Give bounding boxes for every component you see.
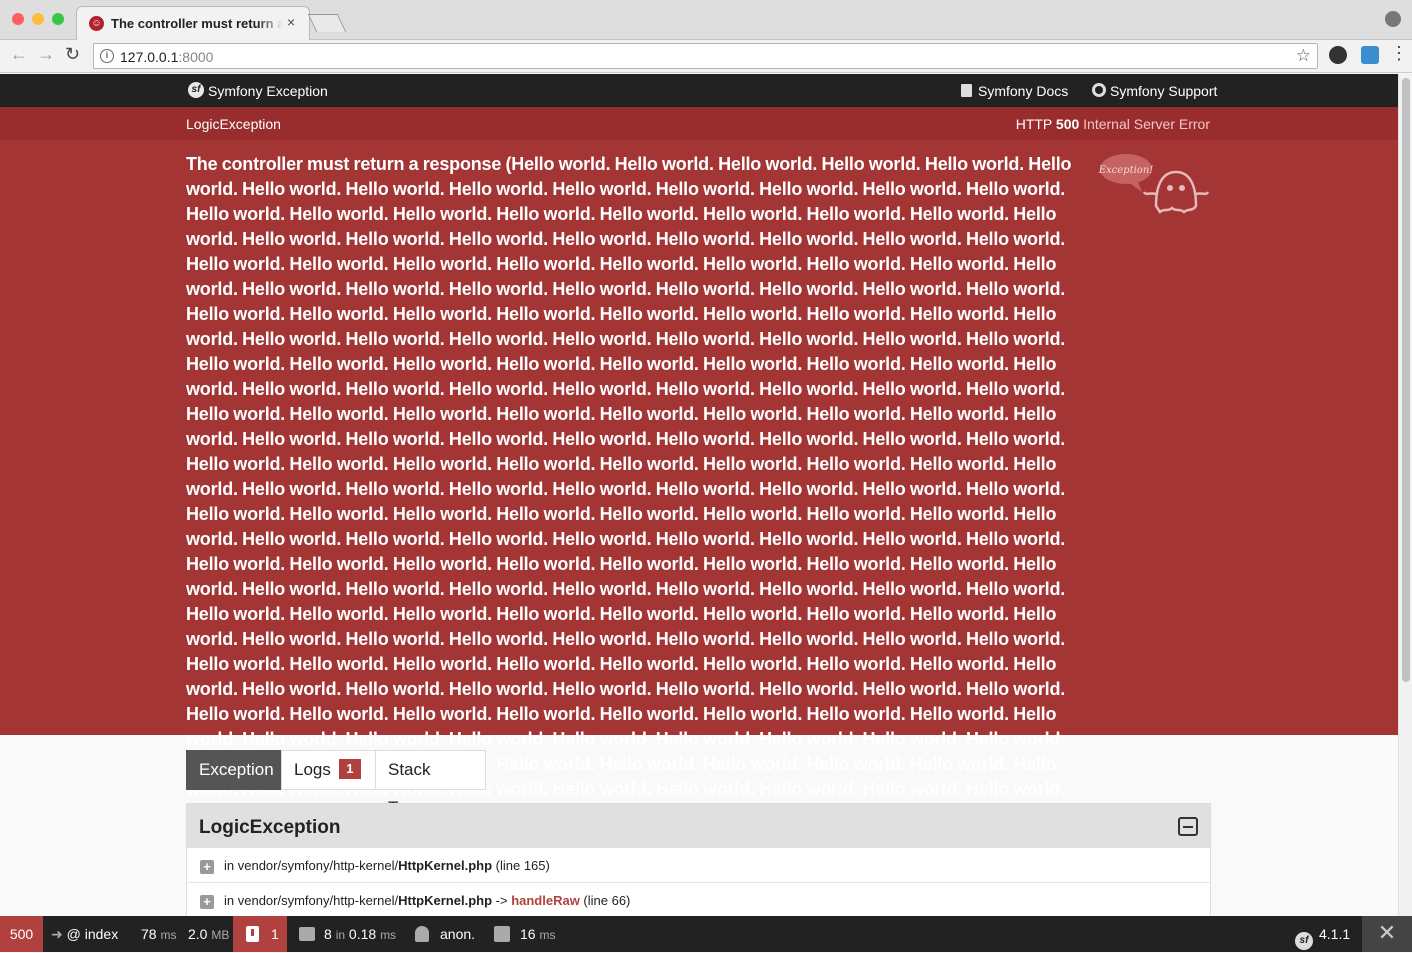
symfony-version-panel[interactable]: sf 4.1.1 [1295, 916, 1350, 952]
memory-panel[interactable]: 2.0 MB [188, 916, 229, 952]
page-scrollbar[interactable] [1398, 74, 1412, 916]
exception-message: The controller must return a response (H… [186, 154, 1072, 824]
trace-header[interactable]: LogicException [187, 804, 1210, 848]
zoom-window-button[interactable] [52, 13, 64, 25]
extension-icon[interactable] [1329, 46, 1347, 64]
exception-icon [246, 926, 259, 942]
tab-stack-trace[interactable]: Stack Trace [375, 750, 486, 817]
tab-logs[interactable]: Logs 1 [281, 750, 376, 790]
book-icon [961, 84, 972, 97]
twig-panel[interactable]: 8 in 0.18 ms [324, 916, 396, 952]
reload-icon[interactable]: ↻ [65, 44, 80, 65]
time-panel[interactable]: 78 ms [141, 916, 176, 952]
close-toolbar-button[interactable]: ✕ [1362, 916, 1412, 952]
expand-icon[interactable]: + [200, 860, 214, 874]
symfony-header: sf Symfony Exception Symfony Docs Symfon… [0, 74, 1398, 107]
info-icon[interactable]: i [100, 49, 114, 63]
minimize-window-button[interactable] [32, 13, 44, 25]
exception-class: LogicException [186, 116, 281, 132]
browser-tab-strip: ☺ The controller must return a × [0, 0, 1412, 41]
browser-tab[interactable]: ☺ The controller must return a × [76, 6, 310, 41]
layers-icon [299, 927, 315, 941]
exception-ghost-icon: Exception! [1098, 154, 1210, 214]
exception-panel[interactable]: 1 [233, 916, 287, 952]
exception-message-area: The controller must return a response (H… [0, 140, 1398, 824]
new-tab-button[interactable] [307, 14, 347, 32]
forward-arrow-icon[interactable]: → [37, 44, 55, 65]
address-bar[interactable]: i 127.0.0.1:8000 ☆ [93, 43, 1318, 69]
bookmark-star-icon[interactable]: ☆ [1296, 46, 1311, 66]
trace-title: LogicException [199, 817, 341, 838]
tab-exception[interactable]: Exception [186, 750, 281, 790]
logs-count-badge: 1 [338, 759, 361, 779]
trace-line[interactable]: + in vendor/symfony/http-kernel/HttpKern… [187, 848, 1210, 883]
ghost-favicon-icon: ☺ [89, 16, 104, 31]
brand-title: Symfony Exception [208, 83, 328, 99]
tab-close-icon[interactable]: × [287, 14, 295, 30]
close-window-button[interactable] [12, 13, 24, 25]
expand-icon[interactable]: + [200, 895, 214, 909]
database-icon [494, 926, 510, 942]
svg-text:Exception!: Exception! [1098, 165, 1153, 176]
collapse-icon[interactable] [1178, 817, 1198, 836]
back-arrow-icon[interactable]: ← [10, 44, 28, 65]
db-panel[interactable]: 16 ms [520, 916, 555, 952]
profile-icon[interactable] [1385, 11, 1401, 27]
lifebuoy-icon [1092, 83, 1106, 97]
security-panel[interactable]: anon. [440, 916, 475, 952]
browser-toolbar: ← → ↻ i 127.0.0.1:8000 ☆ ⋮ [0, 40, 1412, 73]
web-debug-toolbar: 500 ➜ @ index 78 ms 2.0 MB 1 8 in 0.18 m… [0, 916, 1412, 952]
support-link[interactable]: Symfony Support [1110, 83, 1217, 99]
http-status: HTTP 500 Internal Server Error [1015, 116, 1210, 132]
status-code-badge[interactable]: 500 [0, 916, 43, 952]
arrow-right-icon: ➜ [51, 926, 63, 942]
menu-icon[interactable]: ⋮ [1390, 43, 1408, 64]
trace-panel: LogicException + in vendor/symfony/http-… [186, 803, 1211, 923]
symfony-logo-icon: sf [188, 82, 204, 98]
exception-summary-bar: LogicException HTTP 500 Internal Server … [0, 107, 1398, 140]
scrollbar-thumb[interactable] [1402, 78, 1410, 682]
extension-icon[interactable] [1361, 46, 1379, 64]
url-text[interactable]: 127.0.0.1:8000 [120, 49, 213, 65]
user-icon [415, 926, 429, 942]
docs-link[interactable]: Symfony Docs [978, 83, 1068, 99]
trace-line[interactable]: + in vendor/symfony/http-kernel/HttpKern… [187, 883, 1210, 918]
route-panel[interactable]: ➜ @ index [51, 916, 118, 952]
symfony-logo-icon: sf [1295, 932, 1313, 950]
